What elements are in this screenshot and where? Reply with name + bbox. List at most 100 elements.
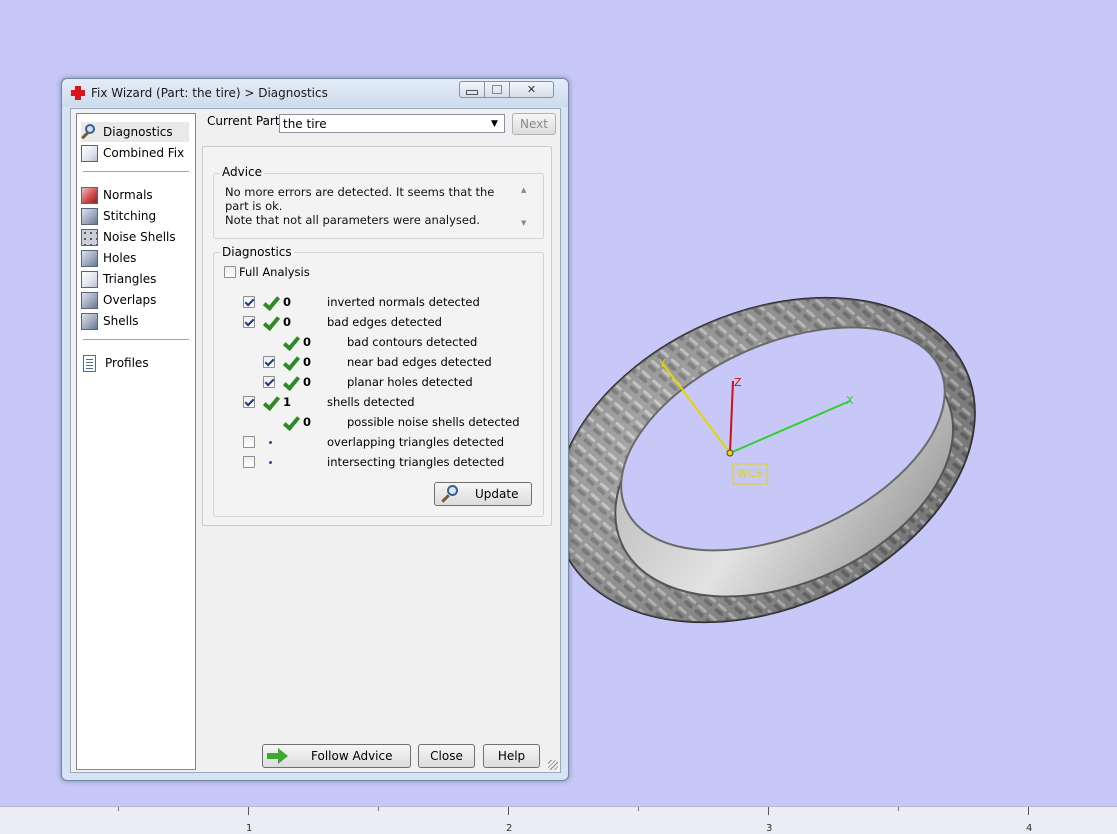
nav-item-label: Noise Shells	[103, 230, 176, 244]
row-label: inverted normals detected	[327, 295, 480, 309]
advice-text: No more errors are detected. It seems th…	[225, 185, 521, 233]
resize-grip[interactable]	[548, 760, 558, 770]
row-checkbox[interactable]	[243, 296, 255, 308]
row-label: planar holes detected	[347, 375, 473, 389]
row-count: 0	[283, 295, 292, 309]
row-count: 0	[303, 335, 312, 349]
nav-item-noise-shells[interactable]: Noise Shells	[81, 227, 189, 247]
minimize-button[interactable]	[459, 81, 485, 98]
cube-icon	[81, 144, 98, 162]
chevron-down-icon[interactable]: ▼	[487, 116, 502, 131]
current-part-select[interactable]: the tire ▼	[279, 114, 505, 133]
nav-item-holes[interactable]: Holes	[81, 248, 189, 268]
ruler-label: 3	[766, 823, 773, 834]
cube-icon	[81, 291, 98, 309]
axis-y-label: Y	[659, 357, 666, 370]
row-label: near bad edges detected	[347, 355, 492, 369]
update-button[interactable]: Update	[434, 482, 532, 506]
red-cross-app-icon	[71, 86, 85, 100]
current-part-value: the tire	[283, 117, 327, 131]
row-label: bad contours detected	[347, 335, 478, 349]
nav-item-shells[interactable]: Shells	[81, 311, 189, 331]
red-cube-icon	[81, 186, 98, 204]
row-checkbox[interactable]	[263, 376, 275, 388]
scroll-up-icon[interactable]: ▲	[521, 186, 526, 194]
wizard-client-area: Diagnostics Combined Fix Normals Stitchi…	[70, 108, 561, 773]
row-checkbox[interactable]	[243, 436, 255, 448]
row-checkbox[interactable]	[243, 456, 255, 468]
title-bar[interactable]: Fix Wizard (Part: the tire) > Diagnostic…	[62, 79, 568, 107]
axis-x-label: X	[846, 394, 854, 407]
help-button[interactable]: Help	[483, 744, 540, 768]
update-label: Update	[475, 487, 519, 501]
nav-item-label: Triangles	[103, 272, 157, 286]
check-icon	[282, 355, 298, 371]
nav-item-combined-fix[interactable]: Combined Fix	[81, 143, 189, 163]
nav-separator	[83, 339, 189, 340]
nav-item-label: Stitching	[103, 209, 157, 223]
row-checkbox[interactable]	[263, 356, 275, 368]
current-part-label: Current Part:	[207, 114, 284, 128]
wizard-nav-panel: Diagnostics Combined Fix Normals Stitchi…	[76, 113, 196, 770]
nav-item-overlaps[interactable]: Overlaps	[81, 290, 189, 310]
wcs-label: WCS	[737, 467, 763, 480]
wire-cube-icon	[81, 270, 98, 288]
next-button[interactable]: Next	[512, 113, 556, 135]
row-checkbox[interactable]	[243, 396, 255, 408]
ruler-label: 2	[506, 823, 513, 834]
nav-item-label: Normals	[103, 188, 153, 202]
advice-scrollbar[interactable]: ▲ ▼	[518, 185, 532, 231]
nav-separator	[83, 171, 189, 172]
full-analysis-label[interactable]: Full Analysis	[239, 265, 310, 279]
nav-item-label: Diagnostics	[103, 125, 173, 139]
dotted-cube-icon	[81, 228, 98, 246]
row-checkbox[interactable]	[243, 316, 255, 328]
check-icon	[262, 315, 278, 331]
nav-item-stitching[interactable]: Stitching	[81, 206, 189, 226]
follow-advice-button[interactable]: Follow Advice	[262, 744, 411, 768]
row-count: 0	[303, 375, 312, 389]
nav-item-label: Combined Fix	[103, 146, 185, 160]
nav-item-label: Profiles	[105, 356, 149, 370]
row-label: overlapping triangles detected	[327, 435, 505, 449]
cube-icon	[81, 249, 98, 267]
check-icon	[282, 415, 298, 431]
row-count: 0	[283, 315, 292, 329]
maximize-icon	[492, 85, 502, 94]
nav-item-triangles[interactable]: Triangles	[81, 269, 189, 289]
pending-dot-icon	[269, 441, 272, 444]
ruler-label: 4	[1026, 823, 1033, 834]
maximize-button[interactable]	[485, 81, 510, 98]
arrow-right-icon	[267, 748, 289, 764]
advice-title: Advice	[220, 165, 265, 179]
close-window-button[interactable]: ✕	[510, 81, 554, 98]
check-icon	[262, 295, 278, 311]
close-icon: ✕	[526, 83, 537, 96]
document-icon	[83, 354, 96, 372]
magnifier-icon	[81, 123, 98, 141]
row-label: possible noise shells detected	[347, 415, 520, 429]
follow-advice-label: Follow Advice	[311, 749, 393, 763]
full-analysis-checkbox[interactable]	[224, 266, 236, 278]
check-icon	[282, 375, 298, 391]
nav-item-normals[interactable]: Normals	[81, 185, 189, 205]
check-icon	[262, 395, 278, 411]
row-label: shells detected	[327, 395, 415, 409]
close-button[interactable]: Close	[418, 744, 475, 768]
bottom-ruler: 1 2 3 4	[0, 806, 1117, 834]
ruler-label: 1	[246, 823, 253, 834]
window-title: Fix Wizard (Part: the tire) > Diagnostic…	[91, 86, 328, 100]
nav-item-profiles[interactable]: Profiles	[81, 353, 189, 373]
row-label: intersecting triangles detected	[327, 455, 505, 469]
fix-wizard-window: Fix Wizard (Part: the tire) > Diagnostic…	[61, 78, 569, 781]
nav-item-label: Holes	[103, 251, 137, 265]
nav-item-diagnostics[interactable]: Diagnostics	[81, 122, 189, 142]
check-icon	[282, 335, 298, 351]
row-count: 0	[303, 355, 312, 369]
advice-line: No more errors are detected. It seems th…	[225, 185, 495, 213]
minimize-icon	[466, 90, 478, 95]
axis-z-label: Z	[734, 376, 742, 389]
scroll-down-icon[interactable]: ▼	[521, 219, 526, 227]
diagnostics-title: Diagnostics	[220, 245, 294, 259]
cube-icon	[81, 312, 98, 330]
